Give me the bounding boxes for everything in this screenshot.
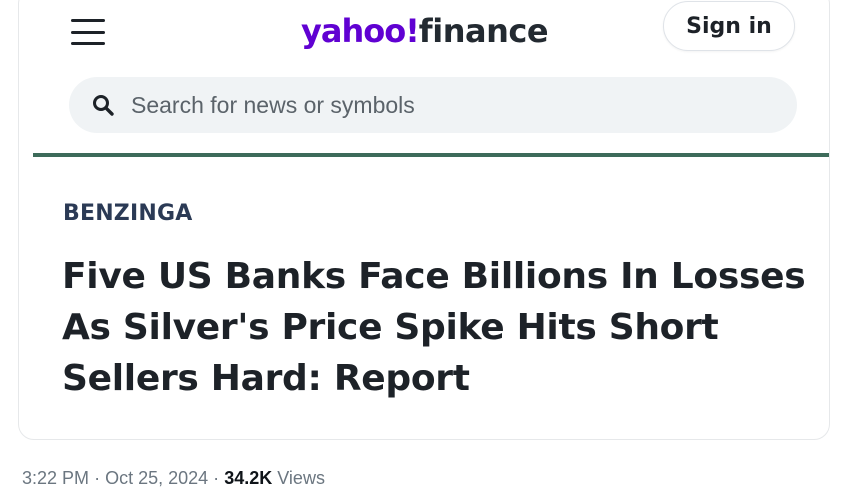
meta-separator: · bbox=[213, 468, 220, 488]
post-date[interactable]: Oct 25, 2024 bbox=[105, 468, 208, 488]
tweet-screenshot: yahoo!finance Sign in BENZINGA Five US B… bbox=[0, 0, 848, 491]
logo-product: finance bbox=[418, 12, 549, 50]
menu-line bbox=[71, 30, 105, 34]
yahoo-finance-logo[interactable]: yahoo! finance bbox=[301, 9, 549, 53]
menu-line bbox=[71, 19, 105, 22]
search-bar[interactable] bbox=[69, 77, 797, 133]
sign-in-button[interactable]: Sign in bbox=[663, 1, 795, 51]
meta-separator: · bbox=[94, 468, 101, 488]
search-input[interactable] bbox=[129, 90, 753, 120]
post-time[interactable]: 3:22 PM bbox=[22, 468, 89, 488]
yahoo-finance-article-card: yahoo!finance Sign in BENZINGA Five US B… bbox=[18, 0, 830, 440]
menu-line bbox=[71, 42, 105, 45]
article-source[interactable]: BENZINGA bbox=[63, 201, 192, 226]
search-icon bbox=[93, 95, 114, 116]
hamburger-menu-icon[interactable] bbox=[71, 19, 105, 45]
header-divider bbox=[33, 153, 829, 157]
post-meta: 3:22 PM · Oct 25, 2024 · 34.2K Views bbox=[22, 468, 325, 489]
logo-brand: yahoo bbox=[301, 12, 406, 50]
views-count: 34.2K bbox=[224, 468, 273, 488]
article-headline[interactable]: Five US Banks Face Billions In Losses As… bbox=[62, 251, 822, 404]
logo-bang: ! bbox=[405, 12, 420, 50]
views-label: Views bbox=[277, 468, 325, 488]
